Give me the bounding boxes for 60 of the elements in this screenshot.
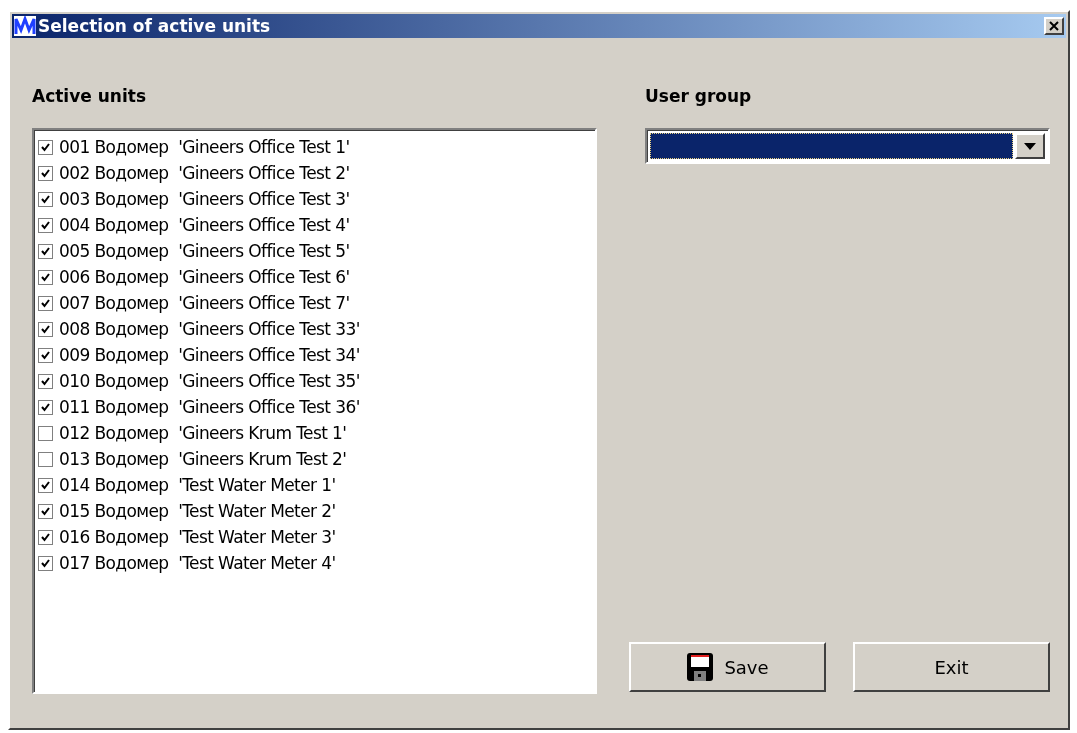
close-button[interactable]: [1044, 17, 1064, 35]
checkbox[interactable]: [38, 373, 53, 389]
checkbox[interactable]: [38, 347, 53, 363]
checkmark-icon: [41, 558, 50, 568]
checkbox[interactable]: [38, 217, 53, 233]
checkbox[interactable]: [38, 477, 53, 493]
unit-name: 016 Водомер 'Test Water Meter 3': [59, 527, 336, 547]
checkmark-icon: [41, 506, 50, 516]
checkmark-icon: [41, 272, 50, 282]
checkbox[interactable]: [38, 451, 53, 467]
unit-name: 006 Водомер 'Gineers Office Test 6': [59, 267, 350, 287]
unit-name: 002 Водомер 'Gineers Office Test 2': [59, 163, 350, 183]
checkmark-icon: [41, 168, 50, 178]
checkmark-icon: [41, 324, 50, 334]
checkbox[interactable]: [38, 425, 53, 441]
unit-name: 007 Водомер 'Gineers Office Test 7': [59, 293, 350, 313]
unit-name: 015 Водомер 'Test Water Meter 2': [59, 501, 336, 521]
checkbox[interactable]: [38, 295, 53, 311]
checkbox[interactable]: [38, 139, 53, 155]
unit-name: 010 Водомер 'Gineers Office Test 35': [59, 371, 360, 391]
checkbox[interactable]: [38, 191, 53, 207]
checkbox[interactable]: [38, 503, 53, 519]
save-button[interactable]: Save: [629, 642, 826, 692]
checkmark-icon: [41, 350, 50, 360]
caret-icon: [1024, 142, 1036, 150]
checkbox[interactable]: [38, 321, 53, 337]
checkbox[interactable]: [38, 399, 53, 415]
checkbox[interactable]: [38, 243, 53, 259]
unit-name: 008 Водомер 'Gineers Office Test 33': [59, 319, 360, 339]
unit-name: 005 Водомер 'Gineers Office Test 5': [59, 241, 350, 261]
unit-name: 017 Водомер 'Test Water Meter 4': [59, 553, 336, 573]
unit-name: 011 Водомер 'Gineers Office Test 36': [59, 397, 360, 417]
unit-name: 001 Водомер 'Gineers Office Test 1': [59, 137, 350, 157]
active-units-label: Active units: [32, 86, 147, 106]
unit-name: 013 Водомер 'Gineers Krum Test 2': [59, 449, 347, 469]
unit-name: 003 Водомер 'Gineers Office Test 3': [59, 189, 350, 209]
app-logo-icon: [14, 16, 36, 36]
close-icon: [1049, 21, 1059, 31]
checkbox[interactable]: [38, 555, 53, 571]
unit-name: 014 Водомер 'Test Water Meter 1': [59, 475, 336, 495]
checkmark-icon: [41, 480, 50, 490]
checkmark-icon: [41, 194, 50, 204]
checkmark-icon: [41, 532, 50, 542]
exit-button[interactable]: Exit: [853, 642, 1050, 692]
checkbox[interactable]: [38, 165, 53, 181]
unit-name: 004 Водомер 'Gineers Office Test 4': [59, 215, 350, 235]
unit-name: 012 Водомер 'Gineers Krum Test 1': [59, 423, 347, 443]
user-group-label: User group: [645, 86, 753, 106]
checkbox[interactable]: [38, 269, 53, 285]
checkbox[interactable]: [38, 529, 53, 545]
checkmark-icon: [41, 402, 50, 412]
user-group-dropdown[interactable]: [645, 128, 1050, 164]
checkmark-icon: [41, 220, 50, 230]
checkmark-icon: [41, 298, 50, 308]
unit-name: 009 Водомер 'Gineers Office Test 34': [59, 345, 360, 365]
checkmark-icon: [41, 142, 50, 152]
checkmark-icon: [41, 376, 50, 386]
window-title: Selection of active units: [38, 16, 272, 36]
checkmark-icon: [41, 246, 50, 256]
dropdown-button[interactable]: [1015, 133, 1045, 159]
